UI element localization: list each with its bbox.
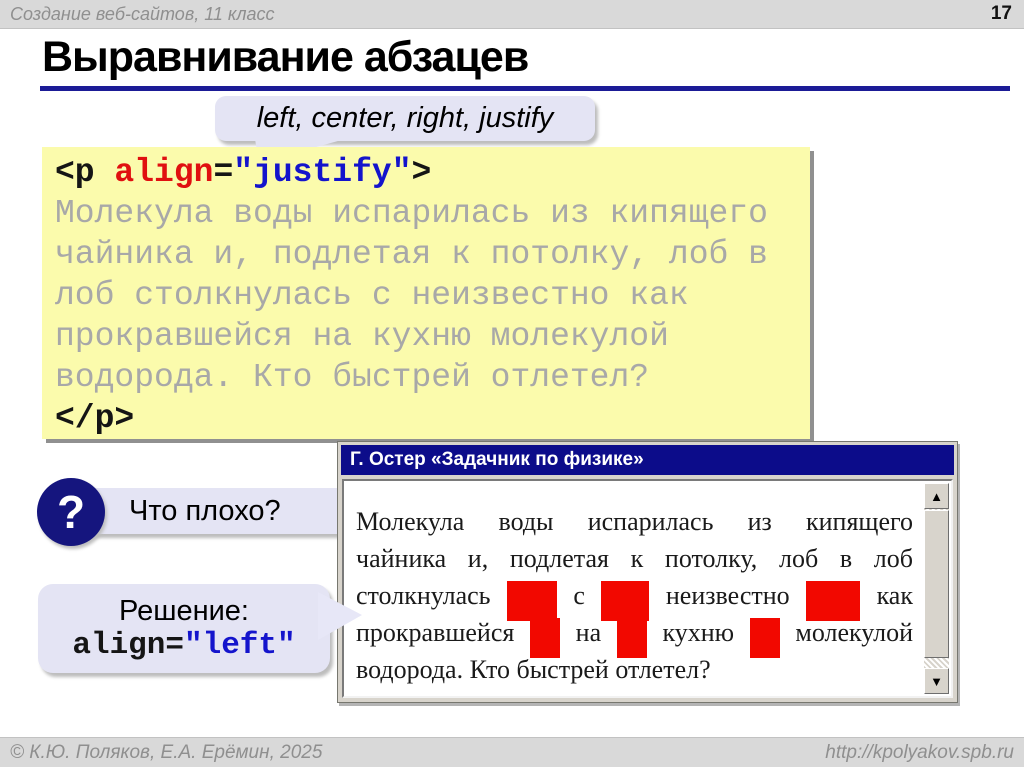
window-text-line: Молекула воды испарилась из кипящего [356, 503, 913, 540]
word: неизвестно [665, 580, 790, 610]
solution-label: Решение: [119, 594, 249, 627]
question-mark-icon: ? [37, 478, 105, 546]
html-code-block: <p align="justify"> Молекула воды испарил… [42, 147, 810, 439]
red-gap-block [616, 617, 647, 658]
slide: Создание веб-сайтов, 11 класс 17 Выравни… [0, 0, 1024, 767]
window-text-line: столкнулась с неизвестно как [356, 577, 913, 621]
code-line: Молекула воды испарилась из кипящего [55, 193, 810, 234]
word: чайника [356, 543, 447, 573]
red-gap-block [506, 580, 557, 621]
title-underline [40, 86, 1010, 91]
word: молекулой [795, 617, 913, 647]
word: на [575, 617, 602, 647]
code-segment: > [411, 154, 432, 191]
code-line: чайника и, подлетая к потолку, лоб в [55, 234, 810, 275]
red-gap-block [601, 580, 650, 621]
code-segment: "justify" [233, 154, 412, 191]
code-segment: водорода. Кто быстрей отлетел? [55, 359, 650, 396]
word: водорода. Кто быстрей отлетел? [356, 654, 711, 684]
code-segment: <p [55, 154, 115, 191]
word: кухню [662, 617, 735, 647]
code-line: </p> [55, 398, 810, 439]
word: и, [467, 543, 489, 573]
word: столкнулась [356, 580, 491, 610]
word: лоб [873, 543, 913, 573]
word: потолку, [664, 543, 758, 573]
page-title: Выравнивание абзацев [42, 33, 529, 81]
window-content: Молекула воды испарилась из кипящего чайника и… [342, 479, 953, 698]
code-line: <p align="justify"> [55, 152, 810, 193]
site-url: http://kpolyakov.spb.ru [825, 742, 1014, 763]
word: в [839, 543, 853, 573]
solution-code-value: "left" [184, 627, 296, 663]
solution-code-attr: align= [72, 627, 184, 663]
word: воды [498, 506, 554, 536]
course-label: Создание веб-сайтов, 11 класс [10, 4, 275, 24]
word: подлетая [509, 543, 609, 573]
code-segment: </p> [55, 400, 135, 437]
question-label: Что плохо? [129, 495, 281, 527]
red-gap-block [530, 617, 560, 658]
word: Молекула [356, 506, 465, 536]
word: к [630, 543, 644, 573]
code-segment: лоб столкнулась с неизвестно как [55, 277, 689, 314]
arrow-up-icon: ▲ [930, 488, 943, 504]
vertical-scrollbar[interactable]: ▲ ▼ [924, 483, 949, 694]
code-segment: прокравшейся на кухню молекулой [55, 318, 669, 355]
word: лоб [778, 543, 819, 573]
scrollbar-track[interactable] [924, 658, 949, 668]
arrow-down-icon: ▼ [930, 673, 943, 689]
code-segment: align [114, 154, 214, 191]
align-values-callout: left, center, right, justify [215, 96, 595, 141]
scrollbar-thumb[interactable] [924, 510, 949, 658]
code-segment: чайника и, подлетая к потолку, лоб в [55, 236, 768, 273]
window-title: Г. Остер «Задачник по физике» [350, 449, 644, 470]
window-text-line: чайника и, подлетая к потолку, лоб в лоб [356, 540, 913, 577]
word: как [876, 580, 913, 610]
solution-code: align="left" [72, 628, 295, 664]
red-gap-block [749, 617, 780, 658]
align-values-text: left, center, right, justify [256, 102, 554, 134]
scroll-up-button[interactable]: ▲ [924, 483, 949, 509]
footer-bar: © К.Ю. Поляков, Е.А. Ерёмин, 2025 http:/… [0, 737, 1024, 767]
word: прокравшейся [356, 617, 515, 647]
page-number: 17 [990, 3, 1012, 24]
question-label-box: Что плохо? [71, 488, 377, 534]
word: из [747, 506, 772, 536]
copyright-text: © К.Ю. Поляков, Е.А. Ерёмин, 2025 [10, 742, 323, 763]
word: кипящего [806, 506, 913, 536]
scroll-down-button[interactable]: ▼ [924, 668, 949, 694]
viewer-window: Г. Остер «Задачник по физике» Молекула во… [337, 441, 958, 703]
code-line: лоб столкнулась с неизвестно как [55, 275, 810, 316]
code-segment: = [213, 154, 234, 191]
window-titlebar: Г. Остер «Задачник по физике» [341, 445, 954, 475]
word: испарилась [587, 506, 714, 536]
word: с [573, 580, 585, 610]
code-line: прокравшейся на кухню молекулой [55, 316, 810, 357]
header-bar: Создание веб-сайтов, 11 класс 17 [0, 0, 1024, 29]
window-text: Молекула воды испарилась из кипящего чайника и… [356, 503, 913, 694]
code-line: водорода. Кто быстрей отлетел? [55, 357, 810, 398]
question-glyph: ? [56, 486, 86, 538]
solution-callout: Решение: align="left" [38, 584, 330, 673]
code-segment: Молекула воды испарилась из кипящего [55, 195, 768, 232]
red-gap-block [806, 580, 861, 621]
solution-tail-icon [318, 592, 362, 640]
